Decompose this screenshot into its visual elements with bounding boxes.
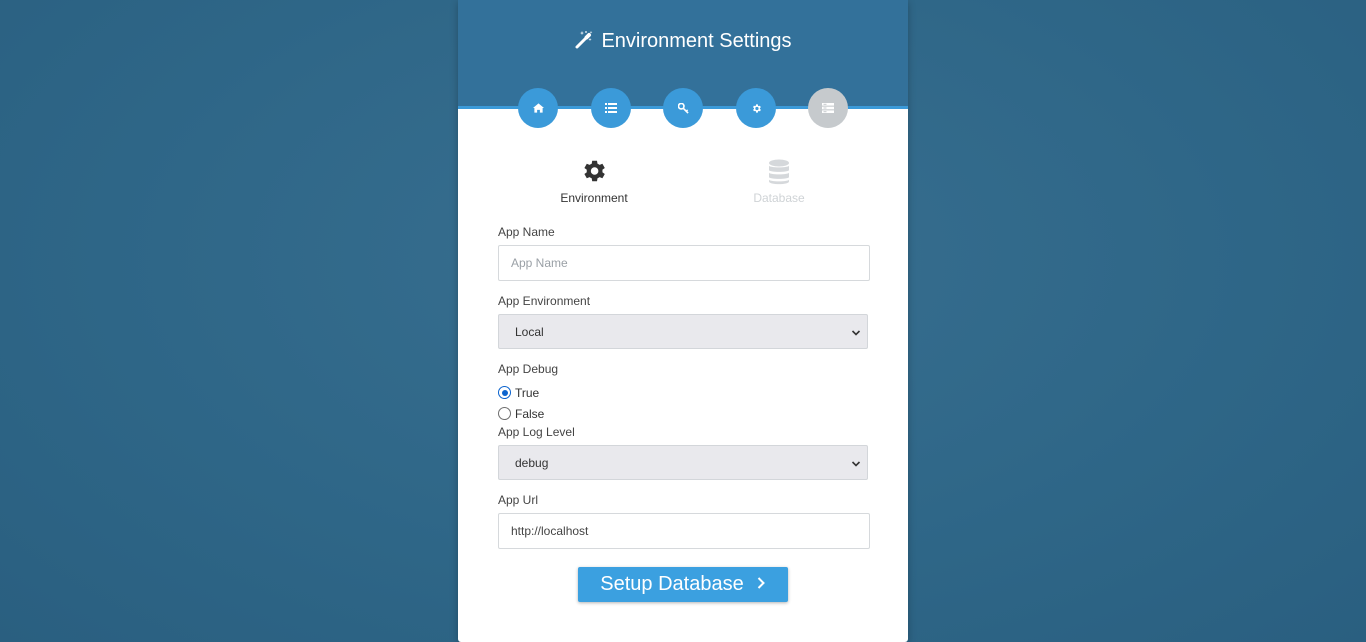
database-icon [699,159,859,185]
app-debug-group: App Debug True False [498,362,870,424]
app-name-label: App Name [498,225,555,239]
debug-true-option[interactable]: True [498,382,870,403]
debug-false-option[interactable]: False [498,403,870,424]
app-environment-group: App Environment Local [498,294,870,349]
app-environment-select[interactable]: Local [498,314,868,349]
tab-environment-label: Environment [560,191,628,205]
app-url-input[interactable] [498,513,870,549]
chevron-down-icon [851,327,861,341]
page-title-text: Environment Settings [601,30,792,52]
app-log-level-label: App Log Level [498,425,575,439]
debug-true-label: True [515,385,540,400]
app-name-input[interactable] [498,245,870,281]
setup-database-label: Setup Database [600,573,744,595]
app-environment-value: Local [515,325,544,339]
app-name-group: App Name [498,225,870,281]
app-log-level-select[interactable]: debug [498,445,868,480]
form-area: Environment Database App Name App Envi [498,109,870,602]
chevron-right-icon [756,573,766,596]
installer-card: Environment Settings Environment Databas… [458,0,908,642]
magic-wand-icon [574,30,594,56]
tab-environment[interactable]: Environment [514,159,674,205]
tab-database[interactable]: Database [699,159,859,205]
chevron-down-icon [851,458,861,472]
app-environment-label: App Environment [498,294,591,308]
app-url-label: App Url [498,493,539,507]
app-log-level-value: debug [515,456,549,470]
setup-database-button[interactable]: Setup Database [578,567,788,602]
card-header: Environment Settings [458,0,908,128]
tab-database-label: Database [753,191,805,205]
debug-false-label: False [515,406,545,421]
app-log-level-group: App Log Level debug [498,425,870,480]
debug-false-radio[interactable] [498,407,511,420]
debug-true-radio[interactable] [498,386,511,399]
app-debug-label: App Debug [498,362,559,376]
app-url-group: App Url [498,493,870,549]
page-title: Environment Settings [458,29,908,56]
settings-tabs: Environment Database [498,109,870,219]
gear-icon [514,159,674,185]
